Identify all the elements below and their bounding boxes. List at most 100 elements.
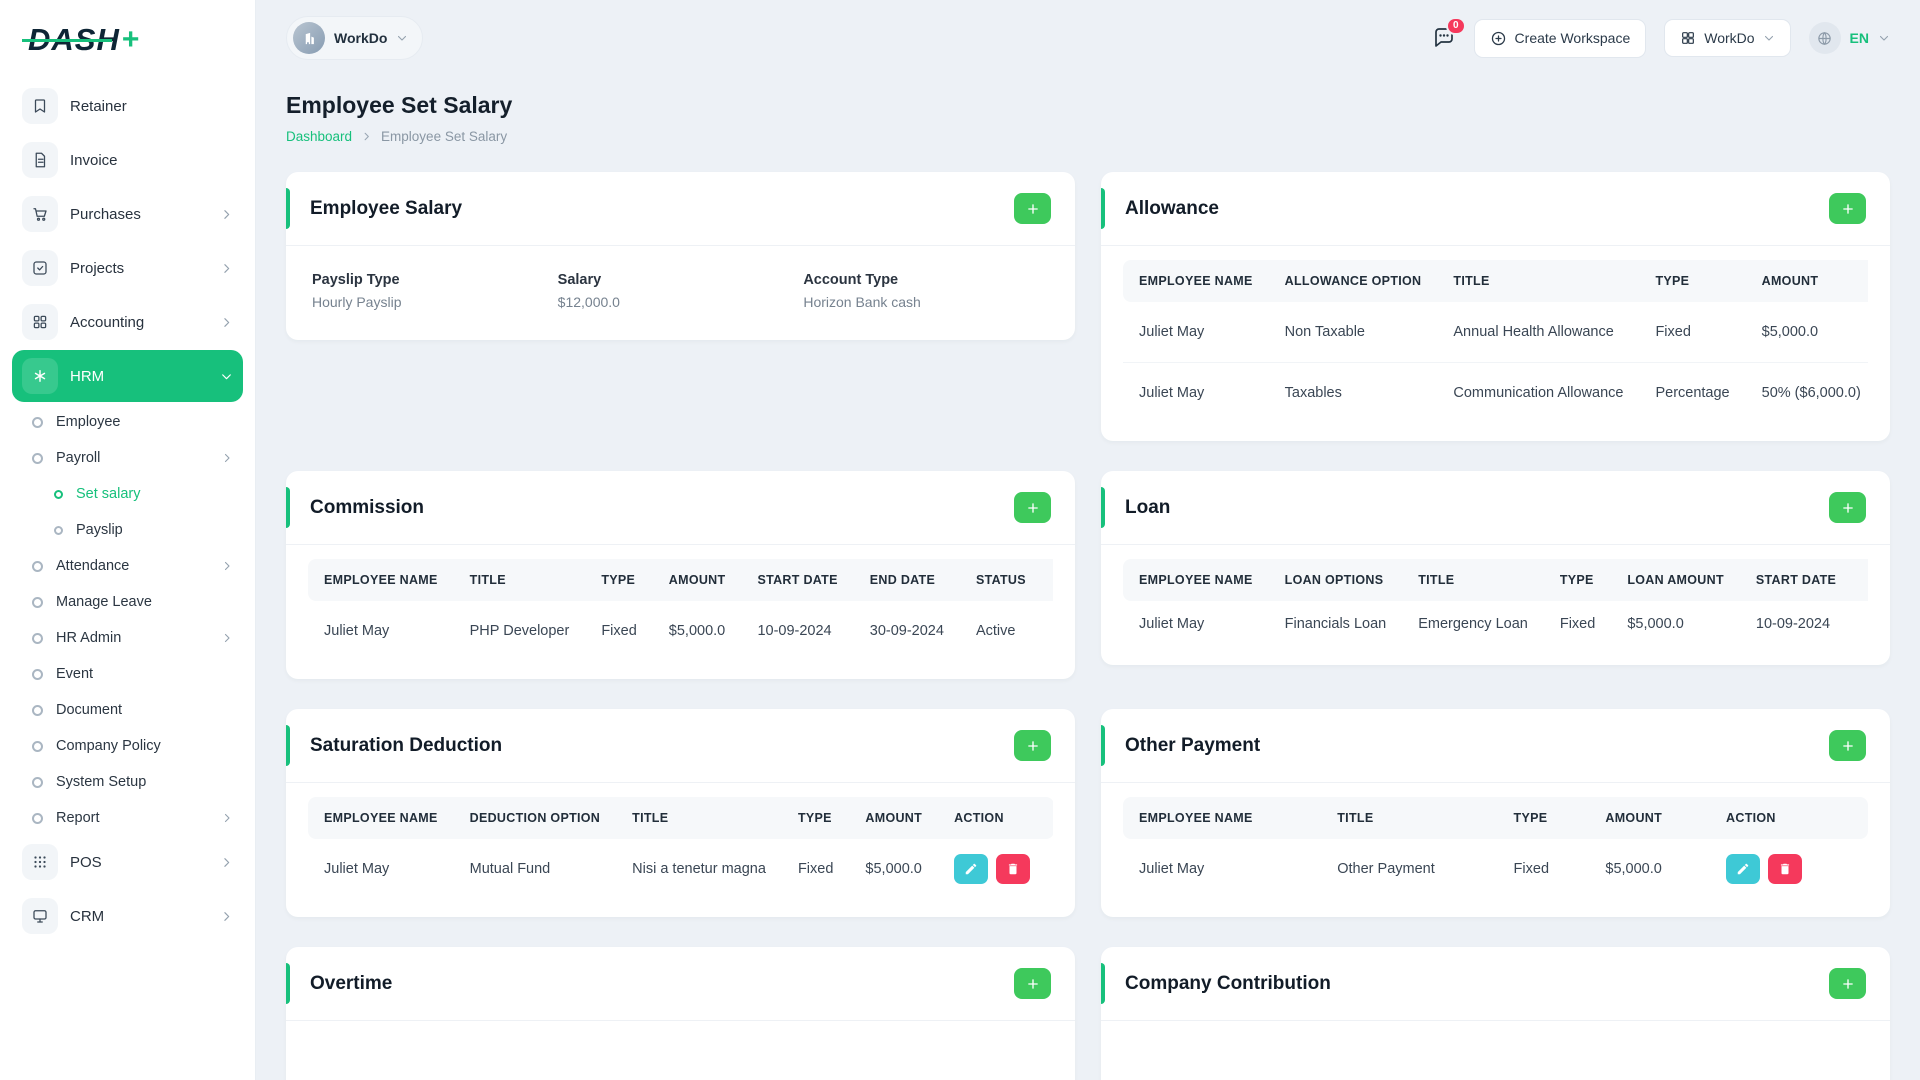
card-allowance: Allowance EMPLOYEE NAME ALLOWANCE OPTION… <box>1101 172 1890 441</box>
sidebar-item-document[interactable]: Document <box>12 692 243 728</box>
chevron-right-icon <box>361 131 372 142</box>
commission-table: EMPLOYEE NAME TITLE TYPE AMOUNT START DA… <box>308 559 1053 661</box>
chevron-right-icon <box>221 632 233 644</box>
column-header: TITLE <box>616 797 782 839</box>
column-header: AMOUNT <box>1589 797 1711 839</box>
language-selector[interactable]: EN <box>1808 22 1890 54</box>
sidebar-item-purchases[interactable]: Purchases <box>12 188 243 240</box>
field-payslip-type: Payslip Type Hourly Payslip <box>312 272 558 310</box>
cards-grid: Employee Salary Payslip Type Hourly Pays… <box>286 172 1890 1080</box>
column-header: TYPE <box>1497 797 1590 839</box>
sidebar-item-label: Set salary <box>76 486 141 502</box>
sidebar-item-system-setup[interactable]: System Setup <box>12 764 243 800</box>
sidebar-item-set-salary[interactable]: Set salary <box>12 476 243 512</box>
table-header-row: EMPLOYEE NAME TITLE TYPE AMOUNT ACTION <box>1123 797 1868 839</box>
column-header: LOAN AMOUNT <box>1611 559 1740 601</box>
edit-button[interactable] <box>1726 854 1761 884</box>
invoice-icon <box>22 142 58 178</box>
bullet-icon <box>54 525 63 535</box>
sidebar-item-invoice[interactable]: Invoice <box>12 134 243 186</box>
sidebar-item-attendance[interactable]: Attendance <box>12 548 243 584</box>
messages-button[interactable]: 0 <box>1432 17 1466 50</box>
card-header: Other Payment <box>1101 709 1890 783</box>
topbar: WorkDo 0 Create Workspace WorkDo EN <box>256 0 1920 76</box>
sidebar-item-crm[interactable]: CRM <box>12 890 243 942</box>
chevron-right-icon <box>220 316 233 329</box>
sidebar-item-projects[interactable]: Projects <box>12 242 243 294</box>
bullet-icon <box>32 776 43 788</box>
brand-logo-text: DASH <box>22 22 120 57</box>
sidebar-item-retainer[interactable]: Retainer <box>12 80 243 132</box>
crm-icon <box>22 898 58 934</box>
field-value: Hourly Payslip <box>312 294 402 310</box>
table-row: Juliet May Non Taxable Annual Health All… <box>1123 302 1868 363</box>
column-header: TYPE <box>1639 260 1746 302</box>
add-other-payment-button[interactable] <box>1829 730 1866 761</box>
sidebar-item-event[interactable]: Event <box>12 656 243 692</box>
table-row: Juliet May PHP Developer Fixed $5,000.0 … <box>308 601 1053 661</box>
app-switcher-button[interactable]: WorkDo <box>1664 19 1791 57</box>
bullet-icon <box>32 452 43 464</box>
sidebar-item-report[interactable]: Report <box>12 800 243 836</box>
breadcrumb: Dashboard Employee Set Salary <box>286 129 1890 144</box>
card-title: Other Payment <box>1125 734 1261 756</box>
create-workspace-button[interactable]: Create Workspace <box>1473 18 1647 58</box>
add-employee-salary-button[interactable] <box>1014 193 1051 224</box>
brand-logo[interactable]: DASH + <box>12 0 243 80</box>
breadcrumb-dashboard-link[interactable]: Dashboard <box>286 129 352 144</box>
add-company-contribution-button[interactable] <box>1829 968 1866 999</box>
cell-type: Fixed <box>601 623 637 639</box>
card-body: EMPLOYEE NAME DEDUCTION OPTION TITLE TYP… <box>286 783 1075 917</box>
sidebar-item-label: Report <box>56 810 100 826</box>
card-other-payment: Other Payment EMPLOYEE NAME TITLE TYPE A… <box>1101 709 1890 917</box>
add-allowance-button[interactable] <box>1829 193 1866 224</box>
bullet-icon <box>32 812 43 824</box>
bullet-icon <box>32 668 43 680</box>
sidebar-item-hr-admin[interactable]: HR Admin <box>12 620 243 656</box>
sidebar-item-employee[interactable]: Employee <box>12 404 243 440</box>
sidebar-item-label: Employee <box>56 414 121 430</box>
sidebar-item-label: Company Policy <box>56 738 161 754</box>
sidebar-item-label: System Setup <box>56 774 147 790</box>
card-title: Employee Salary <box>310 197 463 219</box>
sidebar-item-payroll[interactable]: Payroll <box>12 440 243 476</box>
column-header: AMOUNT <box>1745 260 1868 302</box>
column-header: END DATE <box>853 559 960 601</box>
delete-button[interactable] <box>996 854 1031 884</box>
sidebar-item-payslip[interactable]: Payslip <box>12 512 243 548</box>
plus-circle-icon <box>1490 30 1507 47</box>
bullet-icon <box>32 416 43 428</box>
chevron-right-icon <box>220 208 233 221</box>
add-commission-button[interactable] <box>1014 492 1051 523</box>
column-header: EMPLOYEE NAME <box>308 797 454 839</box>
cell-employee-name: Juliet May <box>1139 385 1205 401</box>
sidebar-item-manage-leave[interactable]: Manage Leave <box>12 584 243 620</box>
app-root: DASH + Retainer Invoice Purchases Projec… <box>0 0 1920 1080</box>
column-header: LOAN OPTIONS <box>1268 559 1403 601</box>
sidebar-item-label: Manage Leave <box>56 594 152 610</box>
add-loan-button[interactable] <box>1829 492 1866 523</box>
accounting-icon <box>22 304 58 340</box>
chevron-down-icon <box>1763 32 1775 44</box>
sidebar-item-company-policy[interactable]: Company Policy <box>12 728 243 764</box>
cell-action <box>938 839 1053 899</box>
cell-amount: $5,000.0 <box>668 623 726 639</box>
card-header: Commission <box>286 471 1075 545</box>
add-overtime-button[interactable] <box>1014 968 1051 999</box>
cell-employee-name: Juliet May <box>1123 302 1269 363</box>
add-saturation-deduction-button[interactable] <box>1014 730 1051 761</box>
card-saturation-deduction: Saturation Deduction EMPLOYEE NAME DEDUC… <box>286 709 1075 917</box>
sidebar-item-label: CRM <box>70 907 105 925</box>
cell-employee-name: Juliet May <box>324 623 390 639</box>
delete-button[interactable] <box>1768 854 1803 884</box>
sidebar-item-accounting[interactable]: Accounting <box>12 296 243 348</box>
sidebar-item-label: Document <box>56 702 123 718</box>
edit-button[interactable] <box>954 854 989 884</box>
column-header: TYPE <box>1543 559 1612 601</box>
table-header-row: EMPLOYEE NAME DEDUCTION OPTION TITLE TYP… <box>308 797 1053 839</box>
column-header: START DATE <box>1739 559 1853 601</box>
sidebar-item-pos[interactable]: POS <box>12 836 243 888</box>
page-content: Employee Set Salary Dashboard Employee S… <box>256 76 1920 1080</box>
workspace-switcher[interactable]: WorkDo <box>286 16 424 60</box>
sidebar-item-hrm[interactable]: HRM <box>12 350 243 402</box>
